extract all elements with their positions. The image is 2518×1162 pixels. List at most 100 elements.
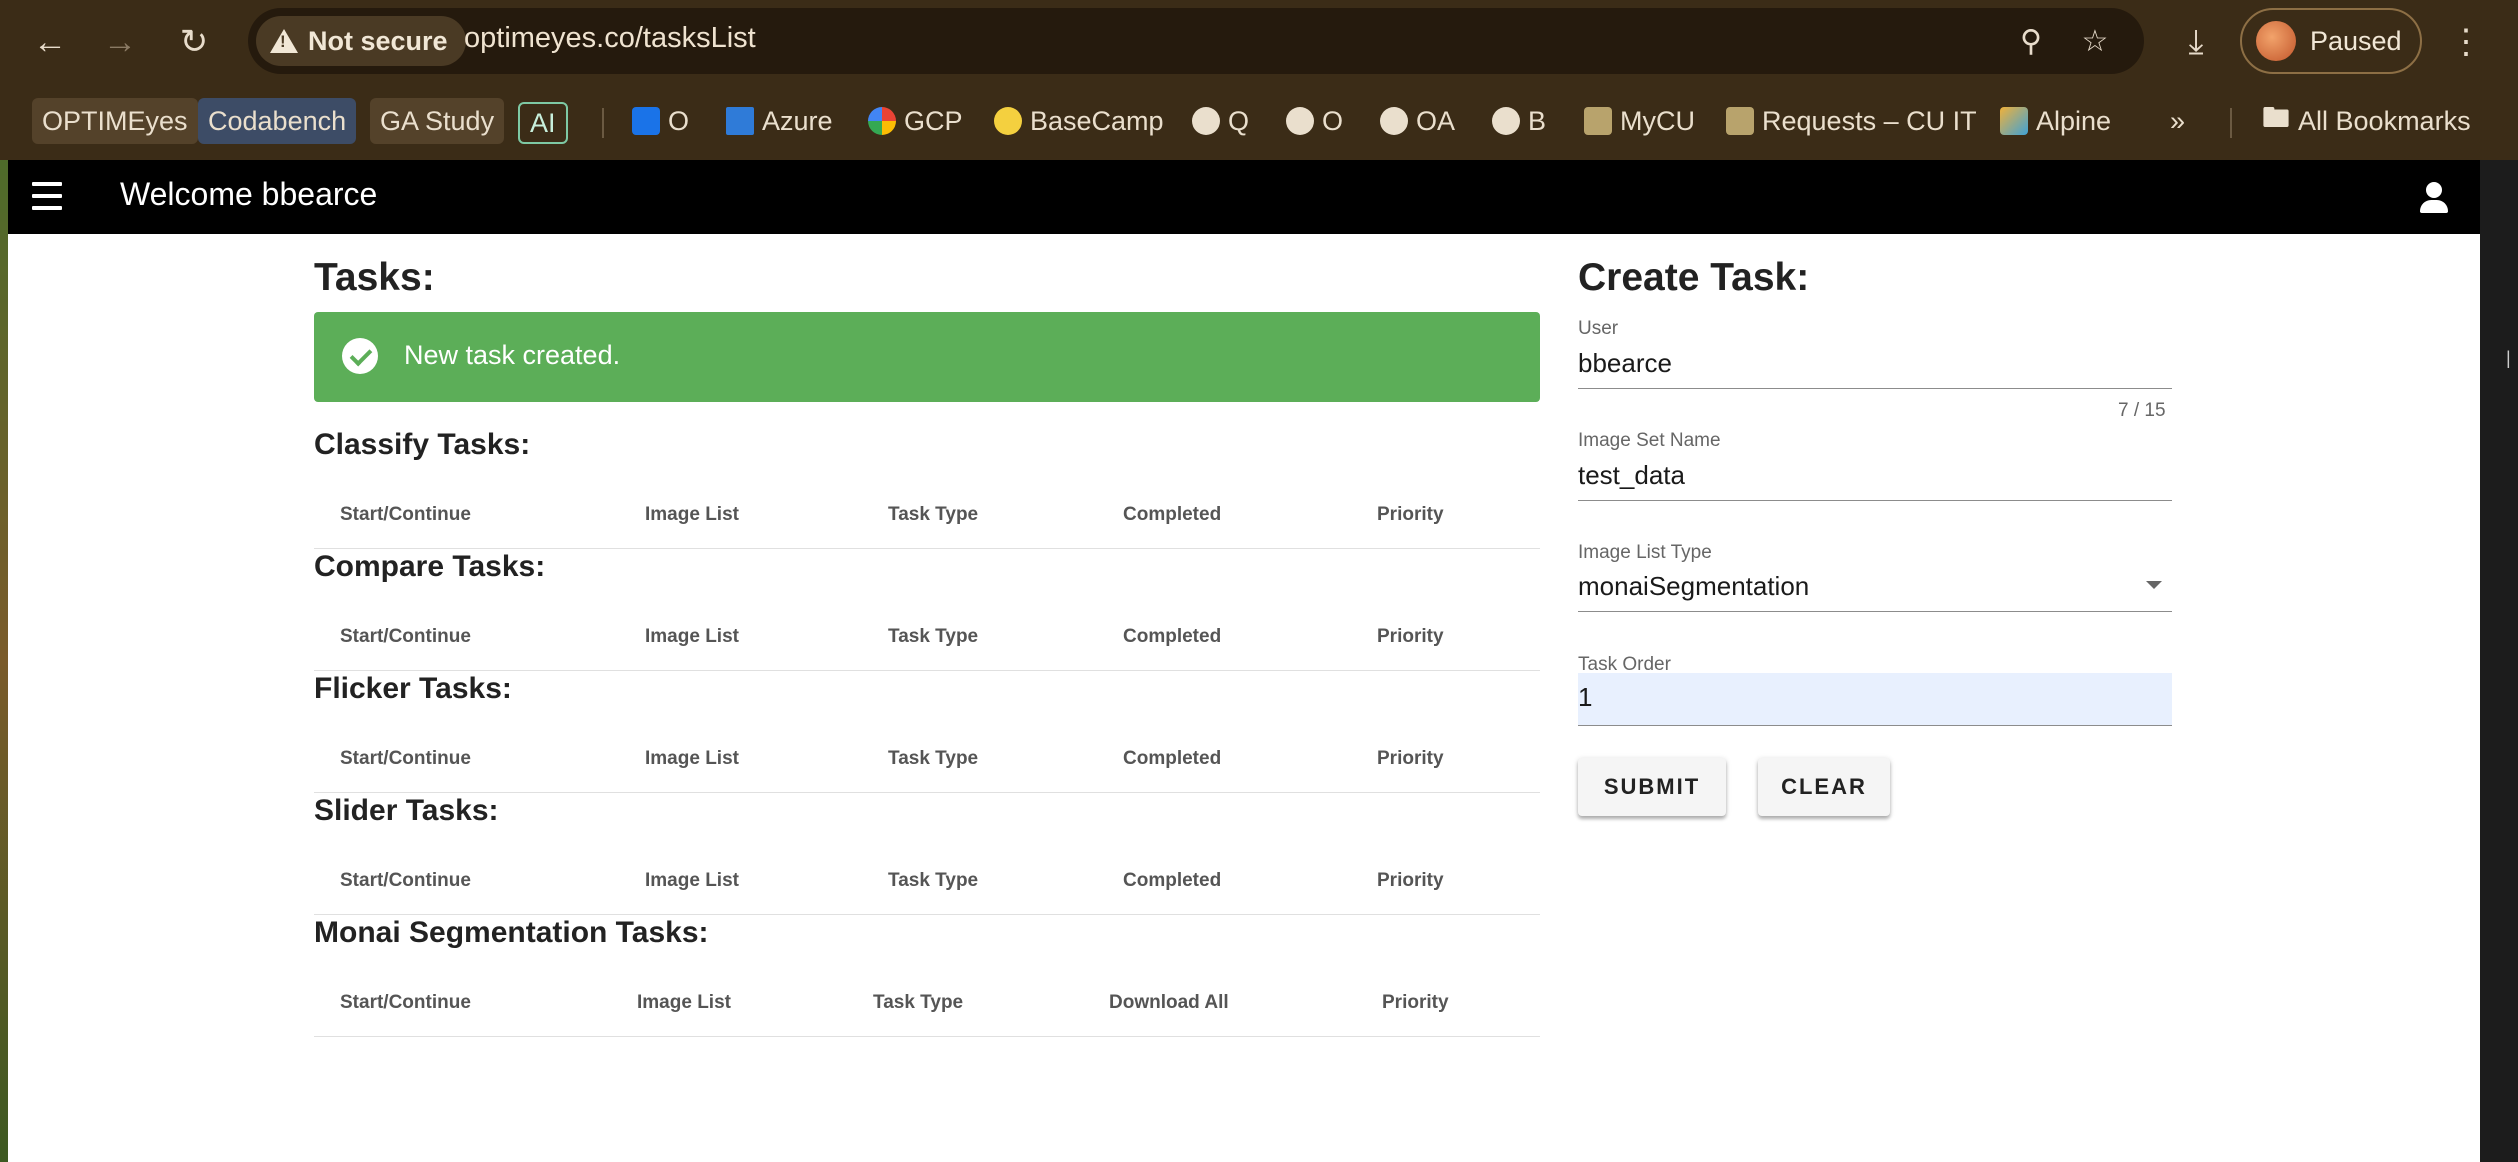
task-order-field[interactable]	[1578, 673, 2172, 725]
all-bookmarks-button[interactable]: 🖿 All Bookmarks	[2262, 98, 2471, 144]
bookmarks-bar: OPTIMEyes Codabench GA Study AI O Azure …	[0, 84, 2518, 160]
security-chip[interactable]: Not secure	[256, 16, 466, 66]
bookmark-github-o[interactable]: O	[1286, 98, 1343, 144]
overflow-label: »	[2170, 105, 2186, 136]
bookmarks-overflow-button[interactable]: »	[2170, 98, 2185, 144]
column-header[interactable]: Priority	[1377, 870, 1444, 892]
gcp-icon	[868, 107, 896, 135]
success-snackbar: New task created.	[314, 312, 1540, 402]
bookmark-requests-cu-it[interactable]: Requests – CU IT	[1726, 98, 1977, 144]
image-list-type-select[interactable]: monaiSegmentation	[1578, 571, 1809, 602]
warning-icon	[270, 29, 298, 53]
bookmark-gcp[interactable]: GCP	[868, 98, 963, 144]
classify-tasks-heading: Classify Tasks:	[314, 428, 531, 461]
bookmark-azure[interactable]: Azure	[726, 98, 833, 144]
bookmark-label: O	[668, 105, 690, 136]
column-header[interactable]: Completed	[1123, 626, 1221, 648]
bookmark-label: Alpine	[2036, 105, 2112, 136]
user-char-counter: 7 / 15	[2118, 400, 2166, 421]
cu-icon	[1584, 107, 1612, 135]
flicker-tasks-table: Start/Continue Image List Task Type Comp…	[314, 732, 1540, 793]
bookmark-label: OPTIMEyes	[42, 105, 188, 136]
download-icon[interactable]: ⤓	[2170, 16, 2222, 68]
bookmark-github-oa[interactable]: OA	[1380, 98, 1455, 144]
clear-button[interactable]: CLEAR	[1758, 758, 1890, 816]
avatar	[2256, 21, 2296, 61]
bookmark-label: OA	[1416, 105, 1456, 136]
security-label: Not secure	[308, 25, 448, 56]
bookmark-label: MyCU	[1620, 105, 1695, 136]
github-icon	[1286, 107, 1314, 135]
bookmark-label: O	[1322, 105, 1344, 136]
column-header[interactable]: Completed	[1123, 870, 1221, 892]
column-header[interactable]: Task Type	[873, 992, 963, 1014]
column-header[interactable]: Completed	[1123, 504, 1221, 526]
column-header[interactable]: Download All	[1109, 992, 1229, 1014]
back-icon[interactable]: ←	[24, 16, 76, 68]
monai-segmentation-tasks-heading: Monai Segmentation Tasks:	[314, 916, 709, 949]
reload-icon[interactable]: ↻	[168, 16, 220, 68]
bookmark-github-b[interactable]: B	[1492, 98, 1546, 144]
bookmark-separator	[602, 108, 604, 138]
monai-segmentation-tasks-table: Start/Continue Image List Task Type Down…	[314, 976, 1540, 1037]
column-header[interactable]: Start/Continue	[340, 626, 471, 648]
bookmark-optimeyes[interactable]: OPTIMEyes	[32, 98, 198, 144]
profile-chip[interactable]: Paused	[2240, 8, 2422, 74]
column-header[interactable]: Image List	[645, 504, 739, 526]
column-header[interactable]: Start/Continue	[340, 992, 471, 1014]
column-header[interactable]: Start/Continue	[340, 870, 471, 892]
image-set-name-label: Image Set Name	[1578, 430, 1721, 451]
column-header[interactable]: Priority	[1377, 626, 1444, 648]
bookmark-ga-study[interactable]: GA Study	[370, 98, 505, 144]
bookmark-label: Requests – CU IT	[1762, 105, 1977, 136]
bookmark-github-q[interactable]: Q	[1192, 98, 1249, 144]
column-header[interactable]: Task Type	[888, 870, 978, 892]
bookmark-label: BaseCamp	[1030, 105, 1164, 136]
column-header[interactable]: Priority	[1377, 748, 1444, 770]
column-header[interactable]: Image List	[637, 992, 731, 1014]
slider-tasks-heading: Slider Tasks:	[314, 794, 499, 827]
image-set-name-field[interactable]: test_data	[1578, 460, 1685, 491]
kebab-menu-icon[interactable]: ⋮	[2440, 16, 2492, 68]
outlook-icon	[632, 107, 660, 135]
submit-button[interactable]: SUBMIT	[1578, 758, 1726, 816]
bookmark-ai[interactable]: AI	[518, 102, 568, 144]
edge-mark: |	[2506, 348, 2511, 368]
bookmark-alpine[interactable]: Alpine	[2000, 98, 2111, 144]
zoom-icon[interactable]: ⚲	[2008, 18, 2054, 64]
column-header[interactable]: Image List	[645, 626, 739, 648]
column-header[interactable]: Completed	[1123, 748, 1221, 770]
task-order-underline	[1578, 725, 2172, 726]
forward-icon[interactable]: →	[94, 16, 146, 68]
github-icon	[1192, 107, 1220, 135]
column-header[interactable]: Start/Continue	[340, 748, 471, 770]
bookmark-codabench[interactable]: Codabench	[198, 98, 357, 144]
address-bar[interactable]: Not secure optimeyes.co/tasksList ⚲ ☆	[248, 8, 2144, 74]
column-header[interactable]: Image List	[645, 748, 739, 770]
compare-tasks-table: Start/Continue Image List Task Type Comp…	[314, 610, 1540, 671]
azure-icon	[726, 107, 754, 135]
classify-tasks-table: Start/Continue Image List Task Type Comp…	[314, 488, 1540, 549]
column-header[interactable]: Priority	[1377, 504, 1444, 526]
url-text[interactable]: optimeyes.co/tasksList	[464, 22, 756, 55]
image-list-type-label: Image List Type	[1578, 542, 1712, 563]
column-header[interactable]: Image List	[645, 870, 739, 892]
account-icon[interactable]	[2414, 178, 2454, 218]
column-header[interactable]: Start/Continue	[340, 504, 471, 526]
basecamp-icon	[994, 107, 1022, 135]
star-icon[interactable]: ☆	[2072, 18, 2118, 64]
column-header[interactable]: Task Type	[888, 504, 978, 526]
bookmark-basecamp[interactable]: BaseCamp	[994, 98, 1164, 144]
chevron-down-icon[interactable]	[2146, 581, 2162, 589]
column-header[interactable]: Task Type	[888, 626, 978, 648]
bookmark-outlook[interactable]: O	[632, 98, 689, 144]
column-header[interactable]: Task Type	[888, 748, 978, 770]
compare-tasks-heading: Compare Tasks:	[314, 550, 546, 583]
hamburger-menu-icon[interactable]	[32, 182, 62, 210]
user-field[interactable]: bbearce	[1578, 348, 1672, 379]
welcome-title: Welcome bbearce	[120, 176, 378, 212]
desktop-edge-right: |	[2480, 160, 2518, 1162]
column-header[interactable]: Priority	[1382, 992, 1449, 1014]
bookmark-mycu[interactable]: MyCU	[1584, 98, 1695, 144]
task-order-value[interactable]: 1	[1578, 682, 1592, 713]
